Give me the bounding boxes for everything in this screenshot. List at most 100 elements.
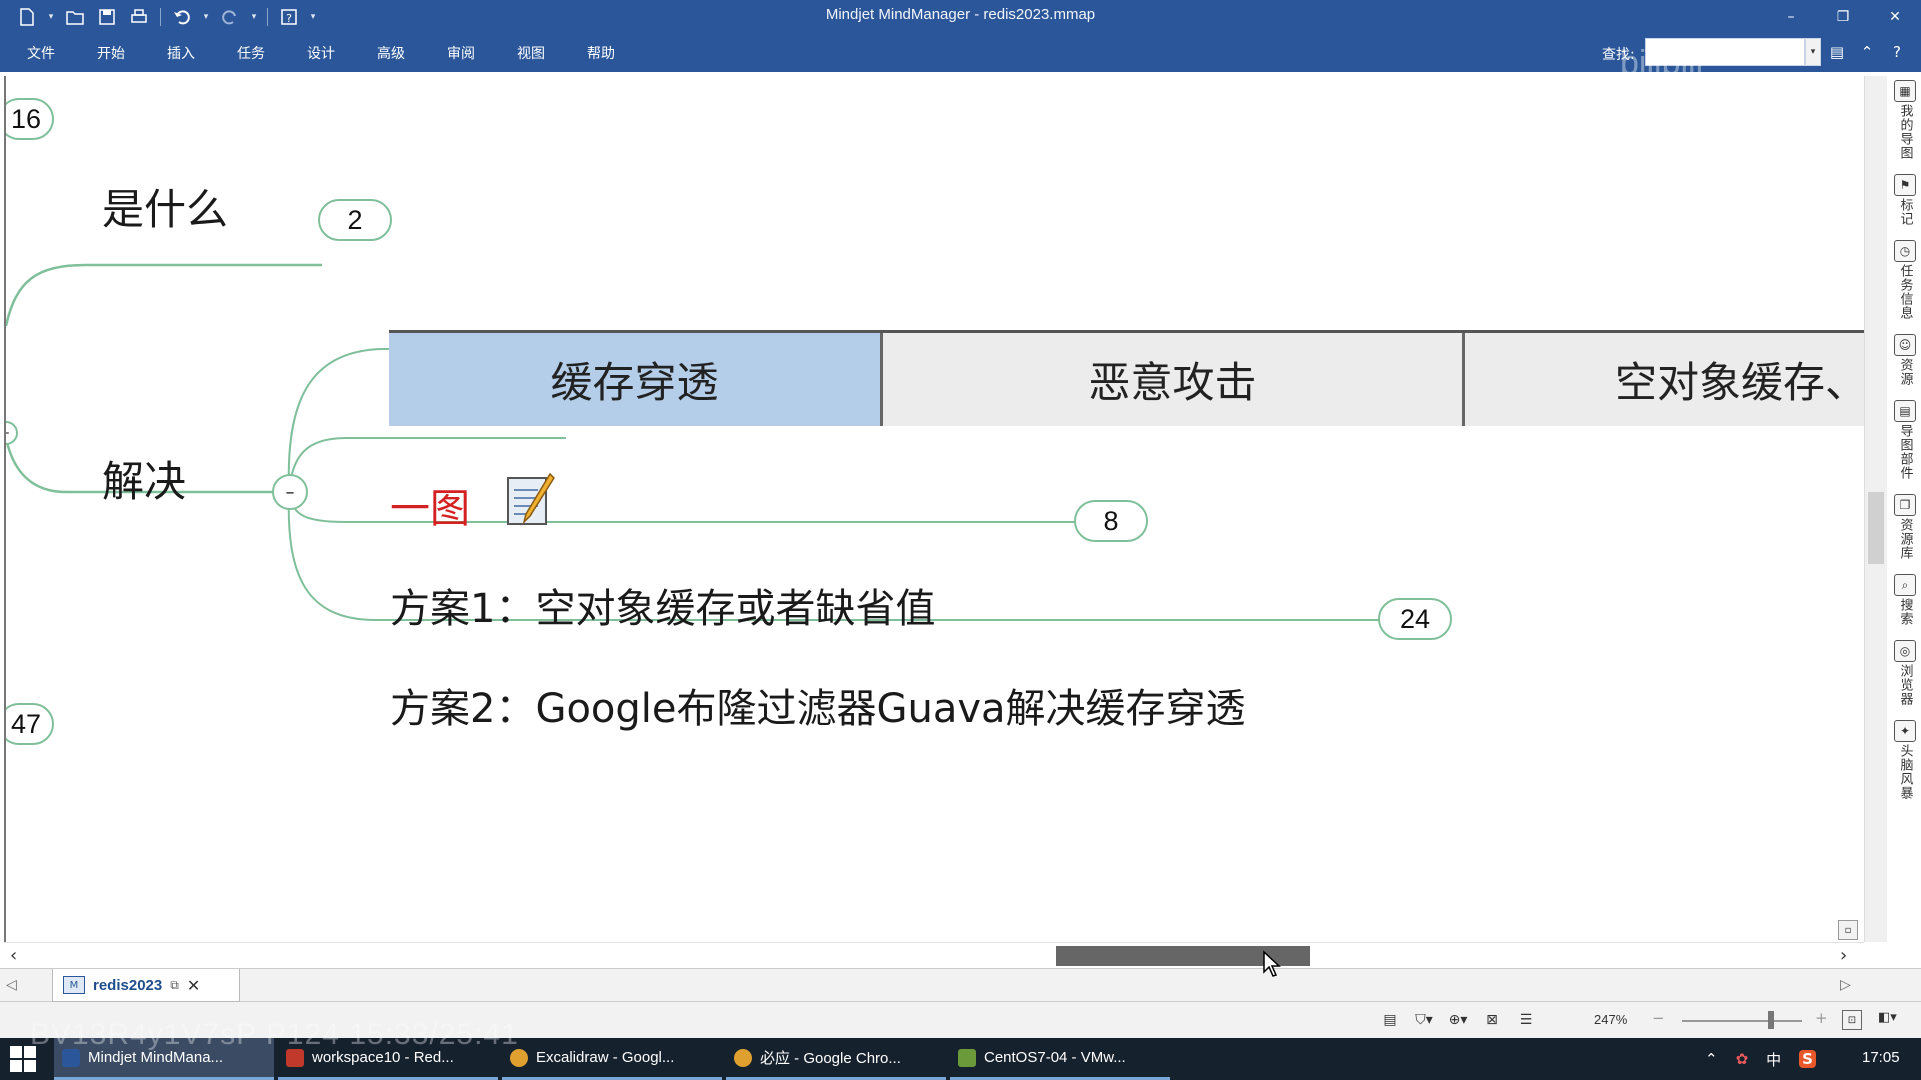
menu-view[interactable]: 视图: [496, 34, 566, 72]
topic-plan-2[interactable]: 方案2：Google布隆过滤器Guava解决缓存穿透: [390, 676, 1246, 734]
ide-icon: [286, 1048, 304, 1067]
lightbulb-icon: ✦: [1894, 720, 1916, 742]
close-tab-icon[interactable]: ✕: [187, 976, 200, 995]
mindmap-file-icon: M: [63, 976, 85, 994]
ribbon-collapse-icon[interactable]: ⌃: [1856, 40, 1878, 64]
sidebar-tab-search[interactable]: ⌕ 搜索: [1892, 574, 1918, 626]
menu-design[interactable]: 设计: [286, 34, 356, 72]
system-tray: ⌃ ✿ 中 S: [1705, 1038, 1816, 1080]
fit-map-icon[interactable]: ⊡: [1842, 1010, 1862, 1030]
document-tab[interactable]: M redis2023 ⧉ ✕: [52, 969, 240, 1002]
sidebar-tab-my-maps[interactable]: ▦ 我的导图: [1892, 80, 1918, 160]
zoom-slider-thumb[interactable]: [1768, 1011, 1774, 1029]
topic-what-is[interactable]: 是什么: [102, 176, 228, 237]
windows-taskbar: Mindjet MindMana... workspace10 - Red...…: [0, 1038, 1921, 1080]
library-icon: ❐: [1894, 494, 1916, 516]
count-badge[interactable]: 8: [1074, 500, 1148, 542]
menu-task[interactable]: 任务: [216, 34, 286, 72]
collapse-button[interactable]: –: [272, 474, 308, 510]
restore-button[interactable]: ❐: [1817, 0, 1869, 34]
taskbar-item-mindmanager[interactable]: Mindjet MindMana...: [54, 1038, 274, 1080]
menu-items: 文件 开始 插入 任务 设计 高级 审阅 视图 帮助: [6, 34, 636, 72]
search-dropdown-icon[interactable]: ▾: [1805, 38, 1821, 66]
menu-file[interactable]: 文件: [6, 34, 76, 72]
chrome-icon: [734, 1048, 752, 1067]
taskbar-item-bing[interactable]: 必应 - Google Chro...: [726, 1038, 946, 1080]
zoom-out-button[interactable]: −: [1652, 1009, 1665, 1027]
topic-plan-1[interactable]: 方案1：空对象缓存或者缺省值: [390, 576, 935, 634]
parts-icon: ▤: [1894, 400, 1916, 422]
float-tab-icon[interactable]: ⧉: [170, 978, 179, 993]
vertical-scrollbar[interactable]: [1865, 76, 1887, 942]
outline-view-icon[interactable]: ☰: [1516, 1010, 1536, 1030]
globe-icon: ◎: [1894, 640, 1916, 662]
horizontal-scroll-thumb[interactable]: [1056, 946, 1310, 966]
scroll-left-icon[interactable]: ‹: [10, 945, 17, 966]
menu-home[interactable]: 开始: [76, 34, 146, 72]
mindmanager-icon: [62, 1048, 80, 1067]
zoom-slider[interactable]: [1682, 1020, 1802, 1022]
windows-start-icon[interactable]: [10, 1046, 36, 1072]
scroll-right-icon[interactable]: ›: [1840, 945, 1847, 966]
table-cell-malicious-attack[interactable]: 恶意攻击: [883, 333, 1465, 426]
table-cell-cache-penetration[interactable]: 缓存穿透: [389, 333, 883, 426]
chrome-icon: [510, 1048, 528, 1067]
taskbar-item-vmware[interactable]: CentOS7-04 - VMw...: [950, 1038, 1170, 1080]
tab-scroll-left-icon[interactable]: ◁: [6, 977, 17, 993]
ribbon-right-icons: ▤ ⌃ ?: [1826, 40, 1908, 64]
sidebar-tab-resources[interactable]: ☺ 资源: [1892, 334, 1918, 386]
topic-table: 缓存穿透 恶意攻击 空对象缓存、: [389, 330, 1864, 426]
tray-expand-icon[interactable]: ⌃: [1705, 1050, 1718, 1068]
topic-solve[interactable]: 解决: [102, 448, 186, 509]
layout-dropdown-icon[interactable]: ◧▾: [1878, 1010, 1906, 1030]
vertical-scroll-thumb[interactable]: [1868, 492, 1884, 564]
taskbar-apps: Mindjet MindMana... workspace10 - Red...…: [54, 1038, 1170, 1080]
menu-advanced[interactable]: 高级: [356, 34, 426, 72]
topic-one-chart[interactable]: 一图: [390, 476, 470, 534]
help-circle-icon[interactable]: ?: [1886, 40, 1908, 64]
window-title: Mindjet MindManager - redis2023.mmap: [825, 6, 1096, 23]
count-badge[interactable]: 24: [1378, 598, 1452, 640]
sogou-ime-icon[interactable]: S: [1799, 1050, 1816, 1068]
sidebar-tab-brainstorm[interactable]: ✦ 头脑风暴: [1892, 720, 1918, 800]
document-tab-label: redis2023: [93, 976, 163, 994]
minimize-button[interactable]: –: [1765, 0, 1817, 34]
status-icons: ▤ ⛉▾ ⊕▾ ⊠ ☰: [1380, 1010, 1536, 1030]
map-canvas[interactable]: 16 47 是什么 2 解决 – – 缓存穿透 恶意攻击 空对象缓存、 一图 方…: [4, 76, 1864, 942]
ribbon-options-icon[interactable]: ▤: [1826, 40, 1848, 64]
map-view-icon[interactable]: ⊠: [1482, 1010, 1502, 1030]
ime-indicator[interactable]: 中: [1766, 1049, 1781, 1070]
count-badge[interactable]: 2: [318, 199, 392, 241]
sidebar-tab-map-parts[interactable]: ▤ 导图部件: [1892, 400, 1918, 480]
task-pane-sidebar: ▦ 我的导图 ⚑ 标记 ◷ 任务信息 ☺ 资源 ▤ 导图部件 ❐ 资源库 ⌕ 搜索 ◎ 浏览器 …: [1864, 76, 1921, 942]
table-cell-null-cache[interactable]: 空对象缓存、: [1465, 333, 1864, 426]
sidebar-tab-library[interactable]: ❐ 资源库: [1892, 494, 1918, 560]
overview-button[interactable]: ▫: [1838, 920, 1858, 940]
filter-icon[interactable]: ⛉▾: [1414, 1010, 1434, 1030]
taskbar-item-excalidraw[interactable]: Excalidraw - Googl...: [502, 1038, 722, 1080]
menu-review[interactable]: 审阅: [426, 34, 496, 72]
notes-toggle-icon[interactable]: ▤: [1380, 1010, 1400, 1030]
close-button[interactable]: ✕: [1869, 0, 1921, 34]
sidebar-tab-task-info[interactable]: ◷ 任务信息: [1892, 240, 1918, 320]
title-bar: ▾ ▾ ▾ ? ▾ Mindjet MindManager - redis202…: [0, 0, 1921, 34]
sidebar-tab-markers[interactable]: ⚑ 标记: [1892, 174, 1918, 226]
zoom-in-button[interactable]: +: [1815, 1009, 1828, 1027]
focus-icon[interactable]: ⊕▾: [1448, 1010, 1468, 1030]
menu-help[interactable]: 帮助: [566, 34, 636, 72]
vmware-icon: [958, 1048, 976, 1067]
notes-icon[interactable]: [504, 472, 556, 528]
marker-icon: ⚑: [1894, 174, 1916, 196]
menu-insert[interactable]: 插入: [146, 34, 216, 72]
count-badge[interactable]: 16: [6, 98, 54, 140]
tab-scroll-right-icon[interactable]: ▷: [1840, 977, 1851, 993]
taskbar-item-workspace[interactable]: workspace10 - Red...: [278, 1038, 498, 1080]
system-clock[interactable]: 17:05: [1862, 1049, 1900, 1066]
search-input[interactable]: [1645, 38, 1805, 66]
tray-app-icon[interactable]: ✿: [1736, 1050, 1749, 1068]
horizontal-scrollbar[interactable]: ‹ ›: [4, 942, 1864, 968]
status-bar: ▤ ⛉▾ ⊕▾ ⊠ ☰ 247% − + ⊡ ◧▾: [0, 1002, 1921, 1038]
count-badge[interactable]: 47: [6, 703, 54, 745]
window-controls: – ❐ ✕: [1765, 0, 1921, 34]
sidebar-tab-browser[interactable]: ◎ 浏览器: [1892, 640, 1918, 706]
